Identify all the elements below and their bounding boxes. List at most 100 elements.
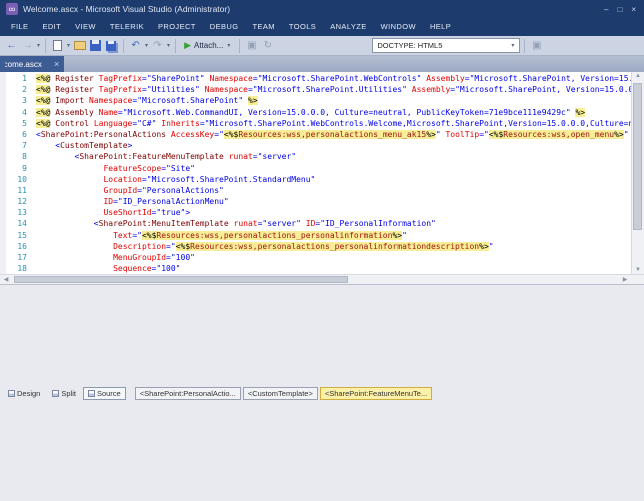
vs-window: ∞ Welcome.ascx - Microsoft Visual Studio… — [0, 0, 644, 501]
breadcrumb-item-1[interactable]: <SharePoint:PersonalActio... — [134, 386, 241, 400]
menu-project[interactable]: PROJECT — [151, 18, 203, 36]
toolbar-separator — [524, 38, 526, 53]
new-file-dropdown-icon[interactable]: ▾ — [67, 42, 70, 49]
undo-button[interactable]: ↶ — [128, 38, 143, 54]
toolbar-misc-icon-1[interactable]: ▣ — [244, 38, 259, 54]
new-file-button[interactable] — [50, 38, 65, 54]
close-button[interactable]: × — [631, 5, 636, 14]
line-number: 13 — [17, 208, 27, 218]
open-file-button[interactable] — [72, 38, 87, 54]
code-line-3[interactable]: <%@ Import Namespace="Microsoft.SharePoi… — [36, 96, 631, 107]
bottom-bar: Design Split Source <SharePoint:PersonalAc… — [0, 284, 644, 501]
tab-strip: Welcome.ascx × — [0, 56, 644, 72]
breadcrumb-item-3[interactable]: <SharePoint:FeatureMenuTe... — [319, 386, 433, 400]
breadcrumb: <SharePoint:PersonalActio... <CustomTempl… — [134, 386, 433, 400]
menu-file[interactable]: FILE — [4, 18, 35, 36]
menu-edit[interactable]: EDIT — [35, 18, 68, 36]
line-number: 15 — [17, 230, 27, 240]
code-line-12[interactable]: ID="ID_PersonalActionMenu" — [36, 197, 631, 208]
toolbar: ← → ▾ ▾ ↶ ▾ ↷ ▾ ▶ Attach... ▾ ▣ ↻ DOCTYP… — [0, 36, 644, 56]
navigate-back-icon[interactable]: ← — [4, 38, 19, 54]
view-source-icon — [87, 389, 95, 397]
code-line-8[interactable]: <SharePoint:FeatureMenuTemplate runat="s… — [36, 152, 631, 163]
vertical-scroll-track[interactable] — [632, 79, 644, 267]
menu-debug[interactable]: DEBUG — [203, 18, 246, 36]
code-line-4[interactable]: <%@ Assembly Name="Microsoft.Web.Command… — [36, 107, 631, 119]
menu-team[interactable]: TEAM — [245, 18, 281, 36]
code-line-13[interactable]: UseShortId="true"> — [36, 208, 631, 219]
maximize-button[interactable]: □ — [617, 5, 622, 14]
toolbar-misc-icon-2[interactable]: ▣ — [529, 38, 544, 54]
code-line-2[interactable]: <%@ Register TagPrefix="Utilities" Names… — [36, 85, 631, 96]
code-line-1[interactable]: <%@ Register TagPrefix="SharePoint" Name… — [36, 74, 631, 85]
code-line-15[interactable]: Text="<%$Resources:wss,personalactions_p… — [36, 230, 631, 242]
code-line-14[interactable]: <SharePoint:MenuItemTemplate runat="serv… — [36, 219, 631, 230]
view-source-button[interactable]: Source — [82, 386, 126, 400]
code-line-18[interactable]: Sequence="100" — [36, 264, 631, 274]
menu-bar: FILE EDIT VIEW TELERIK PROJECT DEBUG TEAM TOOLS… — [0, 18, 644, 36]
window-title: Welcome.ascx - Microsoft Visual Studio (… — [23, 4, 231, 14]
minimize-button[interactable]: – — [604, 5, 608, 14]
save-all-button[interactable] — [104, 38, 119, 54]
attach-button[interactable]: ▶ Attach... ▾ — [180, 38, 235, 54]
scroll-left-icon[interactable]: ◀ — [0, 276, 12, 283]
save-button[interactable] — [88, 38, 103, 54]
toolbar-separator — [239, 38, 241, 53]
horizontal-scrollbar[interactable]: ◀ ▶ — [0, 274, 644, 284]
menu-help[interactable]: HELP — [423, 18, 458, 36]
doctype-combobox[interactable]: DOCTYPE: HTML5 ▾ — [372, 38, 521, 53]
code-line-9[interactable]: FeatureScope="Site" — [36, 164, 631, 175]
line-number: 3 — [22, 96, 27, 106]
view-split-button[interactable]: Split — [47, 387, 81, 400]
line-number: 7 — [22, 141, 27, 151]
toolbar-separator — [175, 38, 177, 53]
view-source-label: Source — [96, 388, 121, 398]
line-number: 5 — [22, 118, 27, 128]
attach-dropdown-icon[interactable]: ▾ — [227, 42, 230, 49]
undo-dropdown-icon[interactable]: ▾ — [145, 42, 148, 49]
menu-tools[interactable]: TOOLS — [282, 18, 323, 36]
save-icon — [90, 40, 102, 51]
horizontal-scroll-track[interactable] — [12, 275, 619, 284]
code-line-7[interactable]: <CustomTemplate> — [36, 141, 631, 152]
scroll-down-icon[interactable]: ▼ — [632, 267, 644, 273]
browser-sync-icon[interactable]: ↻ — [260, 38, 275, 54]
code-line-11[interactable]: GroupId="PersonalActions" — [36, 186, 631, 197]
code-line-16[interactable]: Description="<%$Resources:wss,personalac… — [36, 241, 631, 253]
navigate-forward-icon[interactable]: → — [20, 38, 35, 54]
horizontal-scroll-thumb[interactable] — [14, 276, 348, 283]
breadcrumb-item-2[interactable]: <CustomTemplate> — [242, 386, 318, 400]
tab-label-clip: Welcome.ascx — [5, 60, 50, 69]
view-design-button[interactable]: Design — [3, 387, 45, 400]
open-folder-icon — [73, 41, 86, 50]
line-number: 17 — [17, 253, 27, 262]
navigate-dropdown-icon[interactable]: ▾ — [37, 42, 40, 49]
redo-dropdown-icon[interactable]: ▾ — [167, 42, 170, 49]
view-split-label: Split — [61, 388, 76, 398]
menu-view[interactable]: VIEW — [68, 18, 103, 36]
save-all-icon — [105, 40, 116, 51]
code-line-6[interactable]: <SharePoint:PersonalActions AccessKey="<… — [36, 129, 631, 141]
menu-analyze[interactable]: ANALYZE — [323, 18, 373, 36]
code-line-17[interactable]: MenuGroupId="100" — [36, 253, 631, 264]
code-line-10[interactable]: Location="Microsoft.SharePoint.StandardM… — [36, 175, 631, 186]
vertical-scroll-thumb[interactable] — [633, 83, 642, 230]
line-number: 1 — [22, 74, 27, 83]
attach-label: Attach... — [193, 41, 224, 50]
code-area[interactable]: <%@ Register TagPrefix="SharePoint" Name… — [36, 74, 631, 274]
line-number: 8 — [22, 152, 27, 162]
window-controls: – □ × — [604, 5, 638, 14]
doctype-dropdown-icon: ▾ — [511, 43, 515, 49]
menu-telerik[interactable]: TELERIK — [103, 18, 151, 36]
redo-button[interactable]: ↷ — [150, 38, 165, 54]
toolbar-separator — [45, 38, 47, 53]
line-number: 14 — [17, 219, 27, 229]
code-line-5[interactable]: <%@ Control Language="C#" Inherits="Micr… — [36, 118, 631, 130]
tab-close-icon[interactable]: × — [54, 59, 59, 69]
vertical-scrollbar[interactable]: ▲ ▼ — [631, 72, 644, 274]
menu-window[interactable]: WINDOW — [374, 18, 423, 36]
scroll-right-icon[interactable]: ▶ — [619, 276, 631, 283]
vs-logo-icon: ∞ — [6, 3, 18, 15]
view-switcher: Design Split Source — [3, 386, 126, 400]
tab-welcome-ascx[interactable]: Welcome.ascx × — [0, 56, 65, 72]
